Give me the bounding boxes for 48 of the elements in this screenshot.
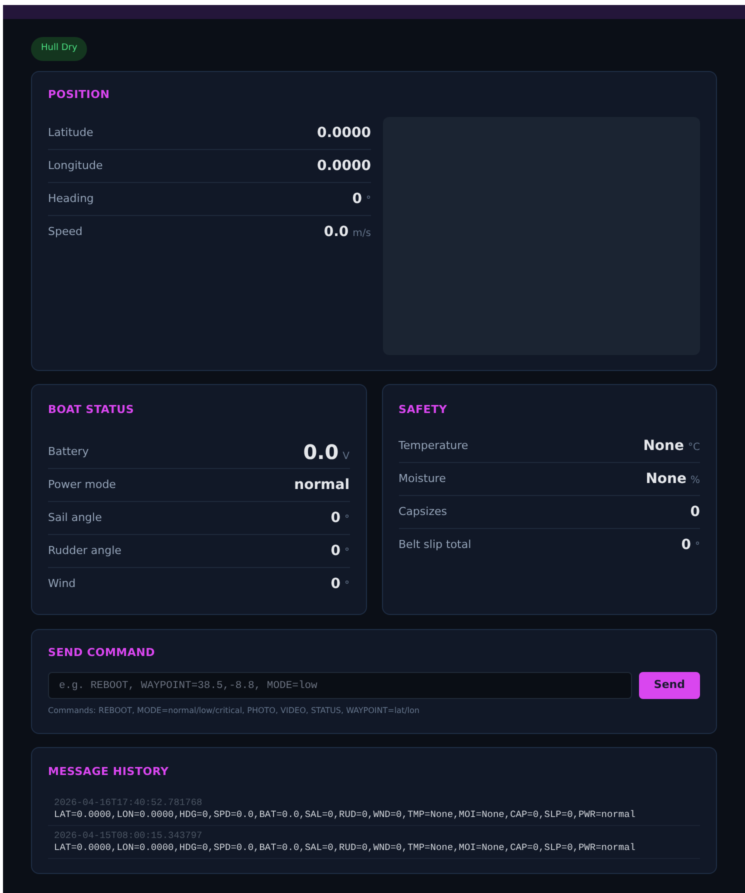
unit-label: % — [690, 474, 700, 488]
field-value: 0.0000 — [316, 156, 371, 176]
message-text: LAT=0.0000,LON=0.0000,HDG=0,SPD=0.0,BAT=0.0,SAL=0,RUD=0,WND=0,TMP=None,MOI=None,CAP=0,SLP=0,PWR=normal — [54, 808, 636, 820]
field-value: 0.0 — [324, 223, 349, 242]
field-value: 0 — [330, 575, 340, 594]
unit-label: ° — [344, 546, 350, 560]
field-value: None — [643, 436, 684, 456]
command-input[interactable]: e.g. REBOOT, WAYPOINT=38.5,-8.8, MODE=low — [48, 672, 632, 699]
field-value: 0 — [330, 508, 340, 528]
field-value: 0 — [681, 536, 691, 555]
field-label: Moisture — [398, 470, 446, 487]
field-label: Battery — [48, 444, 89, 460]
unit-label: ° — [366, 194, 371, 208]
hull-status-badge: Hull Dry — [31, 37, 88, 60]
field-value: 0 — [690, 502, 700, 522]
message-timestamp: 2026-04-16T17:40:52.781768 — [54, 796, 204, 808]
field-label: Rudder angle — [48, 542, 122, 559]
message-text: LAT=0.0000,LON=0.0000,HDG=0,SPD=0.0,BAT=0.0,SAL=0,RUD=0,WND=0,TMP=None,MOI=None,CAP=0,SLP=0,PWR=normal — [54, 842, 636, 854]
section-title: BOAT STATUS — [48, 402, 136, 418]
field-value: None — [646, 470, 686, 488]
section-title: SEND COMMAND — [48, 644, 156, 660]
field-value: normal — [294, 476, 350, 494]
field-label: Latitude — [48, 124, 94, 141]
unit-label: ° — [344, 512, 350, 526]
field-label: Power mode — [48, 476, 116, 493]
field-value: 0 — [330, 542, 340, 560]
unit-label: ° — [344, 579, 350, 593]
field-label: Belt slip total — [398, 537, 472, 554]
section-title: SAFETY — [398, 402, 448, 418]
section-title: POSITION — [48, 86, 111, 102]
field-label: Capsizes — [398, 504, 447, 520]
unit-label: ° — [695, 540, 700, 554]
field-label: Temperature — [398, 438, 468, 454]
field-value: 0.0000 — [316, 124, 371, 142]
field-label: Speed — [48, 224, 82, 240]
field-label: Heading — [48, 190, 94, 207]
unit-label: V — [342, 450, 350, 464]
help-text: Commands: REBOOT, MODE=normal/low/critical, PHOTO, VIDEO, STATUS, WAYPOINT=lat/lon — [48, 705, 420, 717]
field-label: Wind — [48, 576, 76, 592]
field-label: Longitude — [48, 158, 103, 174]
section-title: MESSAGE HISTORY — [48, 764, 170, 780]
field-value: 0 — [352, 190, 362, 208]
unit-label: °C — [688, 440, 700, 454]
field-label: Sail angle — [48, 510, 102, 526]
message-timestamp: 2026-04-15T08:00:15.343797 — [54, 830, 204, 842]
unit-label: m/s — [352, 227, 371, 241]
field-value: 0.0 — [303, 439, 339, 466]
send-button[interactable]: Send — [638, 672, 700, 699]
